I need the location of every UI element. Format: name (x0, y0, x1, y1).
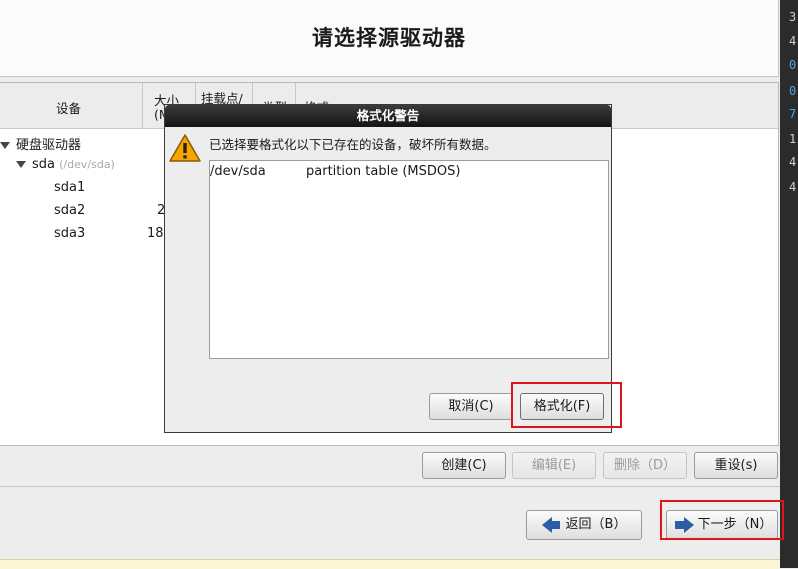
delete-button[interactable]: 删除（D） (603, 452, 687, 479)
cancel-button[interactable]: 取消(C) (429, 393, 513, 420)
list-item-description: partition table (MSDOS) (306, 164, 461, 179)
create-button[interactable]: 创建(C) (422, 452, 506, 479)
partition-name: sda1 (54, 180, 86, 195)
strip-char: 3 (789, 10, 797, 24)
reset-button[interactable]: 重设(s) (694, 452, 778, 479)
strip-char: 4 (789, 155, 797, 169)
back-button[interactable]: 返回（B） (526, 510, 642, 540)
background-terminal-strip: 3 4 0 0 7 1 4 4 (780, 0, 798, 568)
arrow-left-icon (541, 516, 560, 533)
column-header-device-label: 设备 (56, 101, 82, 116)
tree-row-harddrives[interactable]: 硬盘驱动器 (0, 134, 81, 153)
list-item-device: /dev/sda (210, 164, 266, 179)
column-header-device[interactable]: 设备 (0, 83, 143, 128)
page-title: 请选择源驱动器 (312, 26, 466, 50)
strip-char: 1 (789, 132, 797, 146)
strip-char: 4 (789, 34, 797, 48)
back-button-label: 返回（B） (565, 517, 627, 532)
partition-name: sda2 (54, 203, 86, 218)
partition-size: 18 (147, 226, 164, 241)
tree-row-partition[interactable]: sda1 (54, 180, 85, 195)
dialog-message: 已选择要格式化以下已存在的设备，破坏所有数据。 (209, 137, 497, 152)
format-device-list[interactable]: /dev/sda partition table (MSDOS) (209, 160, 609, 359)
strip-char: 0 (789, 58, 797, 72)
tree-row-partition[interactable]: sda3 (54, 226, 85, 241)
tree-group-label: 硬盘驱动器 (16, 138, 82, 153)
expander-triangle-icon[interactable] (0, 142, 10, 149)
tree-disk-name: sda (32, 157, 55, 172)
strip-char: 0 (789, 84, 797, 98)
partition-name: sda3 (54, 226, 86, 241)
strip-char: 4 (789, 180, 797, 194)
strip-char: 7 (789, 107, 797, 121)
tree-disk-path: (/dev/sda) (59, 158, 115, 171)
highlight-box-format (511, 382, 622, 428)
expander-triangle-icon[interactable] (16, 161, 26, 168)
dialog-title: 格式化警告 (356, 108, 420, 123)
tree-row-sda[interactable]: sda (/dev/sda) (16, 157, 115, 172)
edit-button[interactable]: 编辑(E) (512, 452, 596, 479)
highlight-box-next (660, 500, 784, 540)
warning-icon (169, 134, 201, 162)
tree-row-partition[interactable]: sda2 (54, 203, 85, 218)
